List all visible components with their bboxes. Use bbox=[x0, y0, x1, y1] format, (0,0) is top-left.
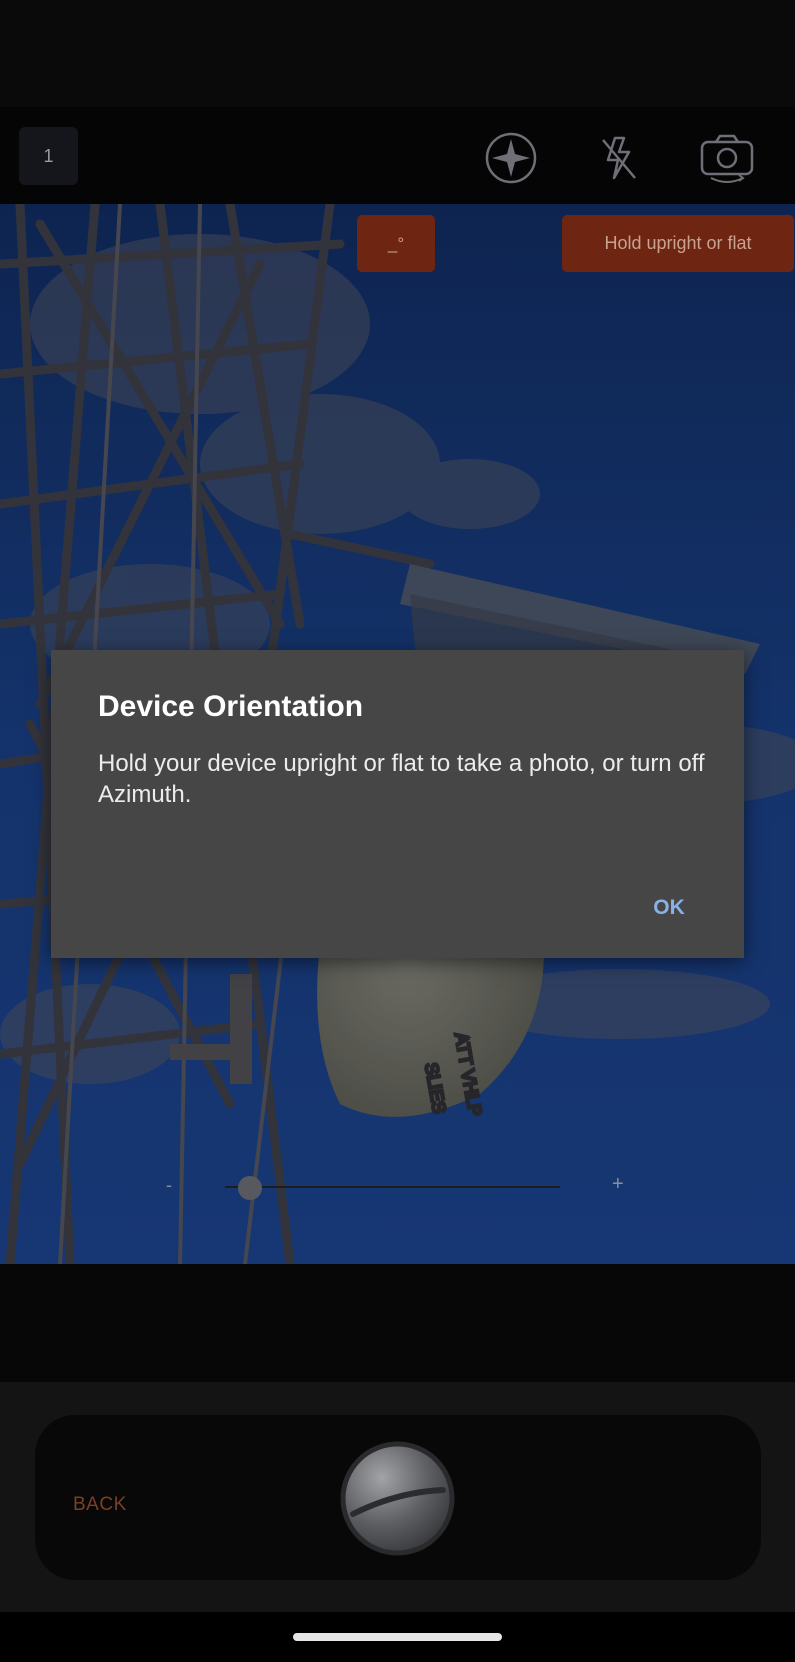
dialog-message: Hold your device upright or flat to take… bbox=[98, 750, 705, 808]
angle-readout-badge: _° bbox=[357, 215, 435, 272]
camera-top-bar bbox=[0, 107, 795, 204]
status-bar bbox=[0, 0, 795, 107]
photo-count-badge[interactable]: 1 bbox=[19, 127, 78, 185]
camera-switch-icon[interactable] bbox=[697, 128, 757, 188]
zoom-minus-label: - bbox=[166, 1175, 172, 1195]
orientation-hint-badge: Hold upright or flat bbox=[562, 215, 794, 272]
back-button[interactable]: BACK bbox=[73, 1494, 127, 1516]
flash-off-icon[interactable] bbox=[589, 128, 649, 188]
home-indicator[interactable] bbox=[293, 1633, 502, 1641]
zoom-slider-thumb[interactable] bbox=[238, 1176, 262, 1200]
ok-button[interactable]: OK bbox=[634, 886, 704, 930]
device-orientation-dialog: Device Orientation Hold your device upri… bbox=[51, 650, 744, 958]
zoom-slider-track[interactable] bbox=[225, 1186, 560, 1188]
shutter-button[interactable] bbox=[339, 1440, 456, 1557]
dialog-title: Device Orientation bbox=[98, 690, 364, 723]
viewfinder-bottom-band bbox=[0, 1264, 795, 1382]
zoom-plus-label: + bbox=[612, 1173, 624, 1195]
compass-icon[interactable] bbox=[481, 128, 541, 188]
